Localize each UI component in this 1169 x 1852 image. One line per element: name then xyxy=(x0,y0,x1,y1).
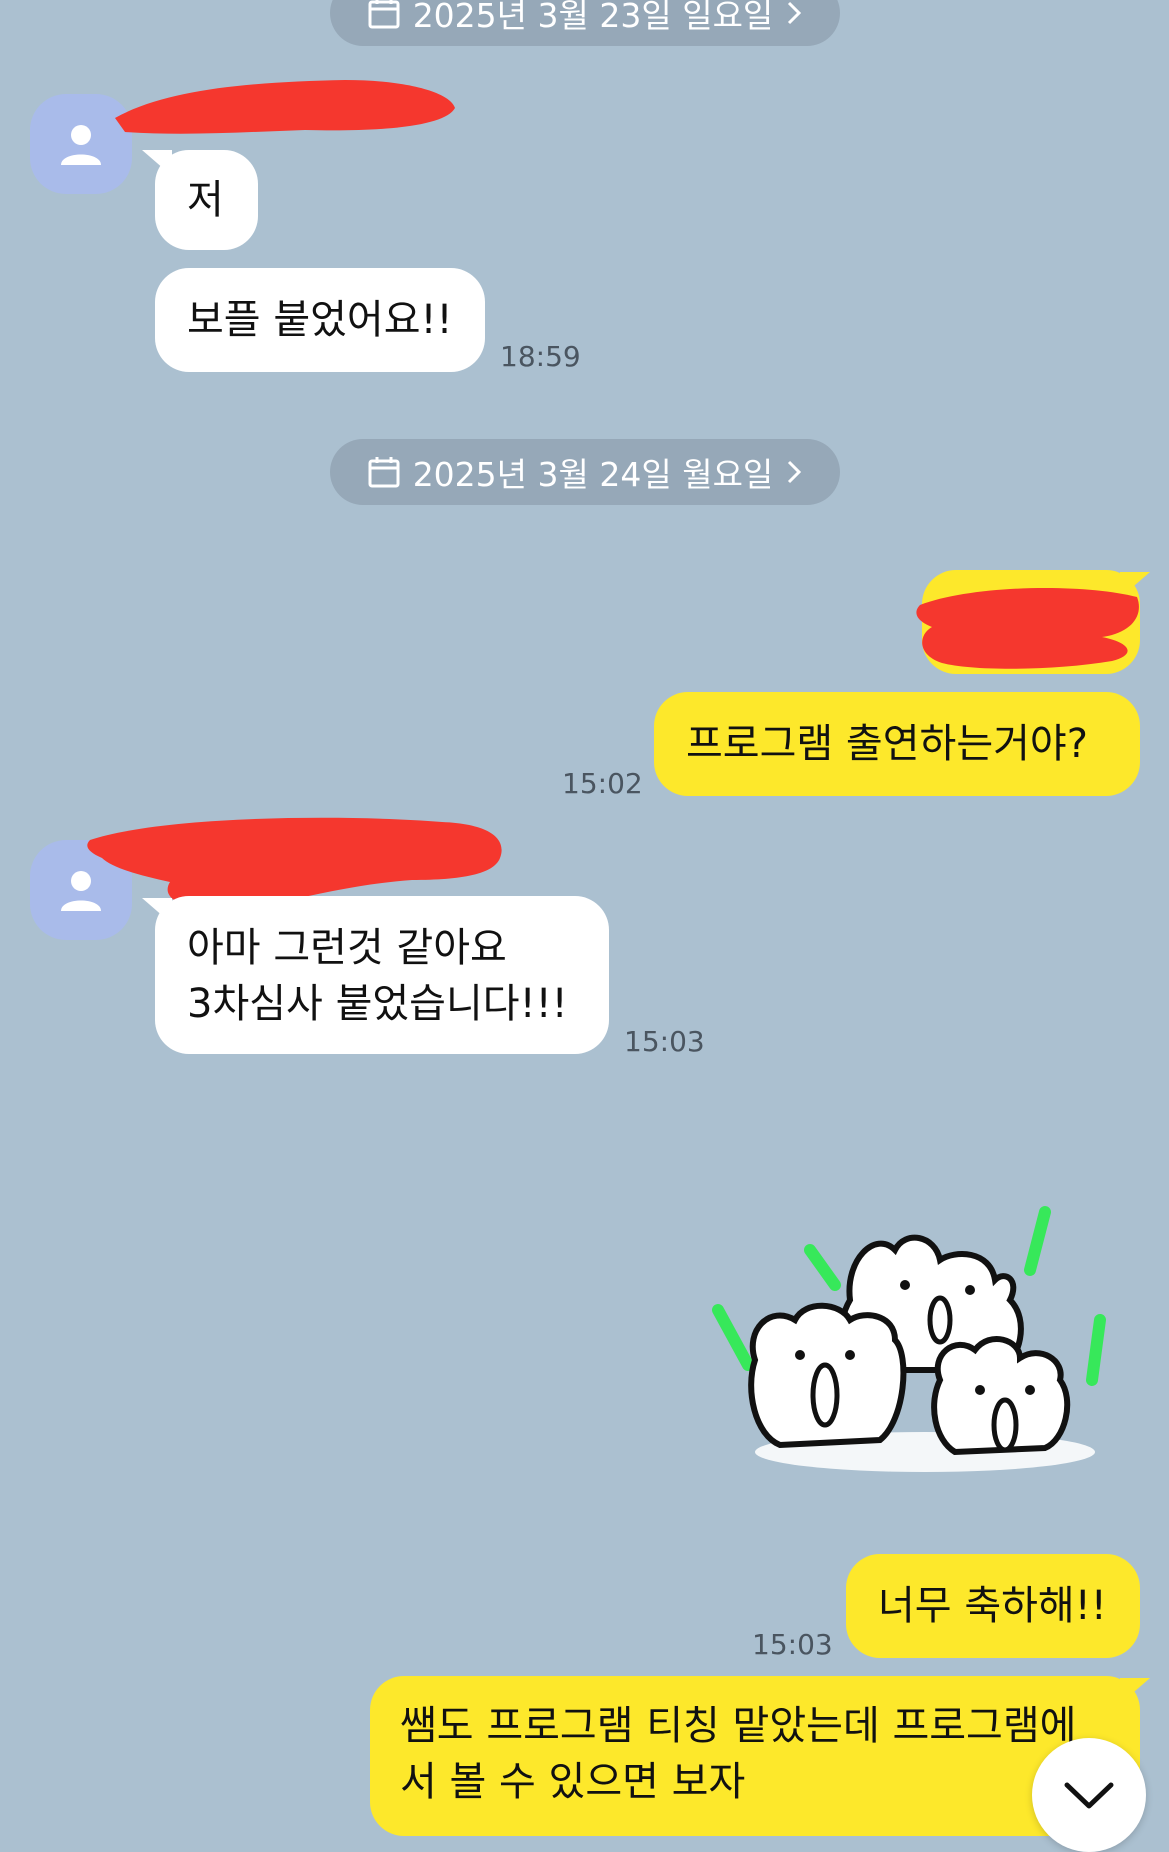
message-bubble[interactable]: 프로그램 출연하는거야? xyxy=(654,692,1140,796)
bubble-tail xyxy=(142,150,172,176)
cheering-creatures-sticker[interactable] xyxy=(700,1190,1120,1490)
redacted-message-text xyxy=(916,587,1139,669)
calendar-icon xyxy=(368,0,400,29)
message-text: 보플 붙었어요!! xyxy=(187,297,453,343)
message-bubble[interactable]: 쌤도 프로그램 티칭 맡았는데 프로그램에 서 볼 수 있으면 보자 xyxy=(370,1676,1140,1836)
message-text-line: 서 볼 수 있으면 보자 xyxy=(400,1759,746,1805)
message-time: 18:59 xyxy=(500,340,581,373)
message-time: 15:03 xyxy=(624,1025,705,1058)
message-text: 너무 축하해!! xyxy=(878,1583,1107,1629)
date-divider[interactable]: 2025년 3월 24일 월요일 xyxy=(330,439,840,505)
scroll-to-bottom-button[interactable] xyxy=(1032,1738,1146,1852)
date-divider[interactable]: 2025년 3월 23일 일요일 xyxy=(330,0,840,46)
message-bubble[interactable]: 너무 축하해!! xyxy=(846,1554,1140,1658)
calendar-icon xyxy=(368,457,400,488)
bubble-tail xyxy=(1120,1678,1150,1704)
message-bubble[interactable]: 보플 붙었어요!! xyxy=(155,268,485,372)
date-label: 2025년 3월 24일 월요일 xyxy=(412,455,774,494)
message-bubble[interactable]: 아마 그런것 같아요 3차심사 붙었습니다!!! xyxy=(155,896,609,1054)
message-text: 프로그램 출연하는거야? xyxy=(686,721,1088,767)
message-text-line: 아마 그런것 같아요 xyxy=(187,925,507,971)
message-time: 15:02 xyxy=(562,767,643,800)
chevron-down-icon xyxy=(1064,1782,1114,1809)
message-time: 15:03 xyxy=(752,1628,833,1661)
message-text-line: 3차심사 붙었습니다!!! xyxy=(187,981,568,1027)
message-text-line: 쌤도 프로그램 티칭 맡았는데 프로그램에 xyxy=(400,1703,1077,1749)
bubble-tail xyxy=(142,898,172,924)
person-icon xyxy=(61,125,101,165)
chevron-right-icon xyxy=(788,460,802,484)
redacted-sender-name xyxy=(115,80,455,134)
chevron-right-icon xyxy=(788,1,802,25)
date-label: 2025년 3월 23일 일요일 xyxy=(412,0,774,35)
message-text: 저 xyxy=(187,177,224,223)
